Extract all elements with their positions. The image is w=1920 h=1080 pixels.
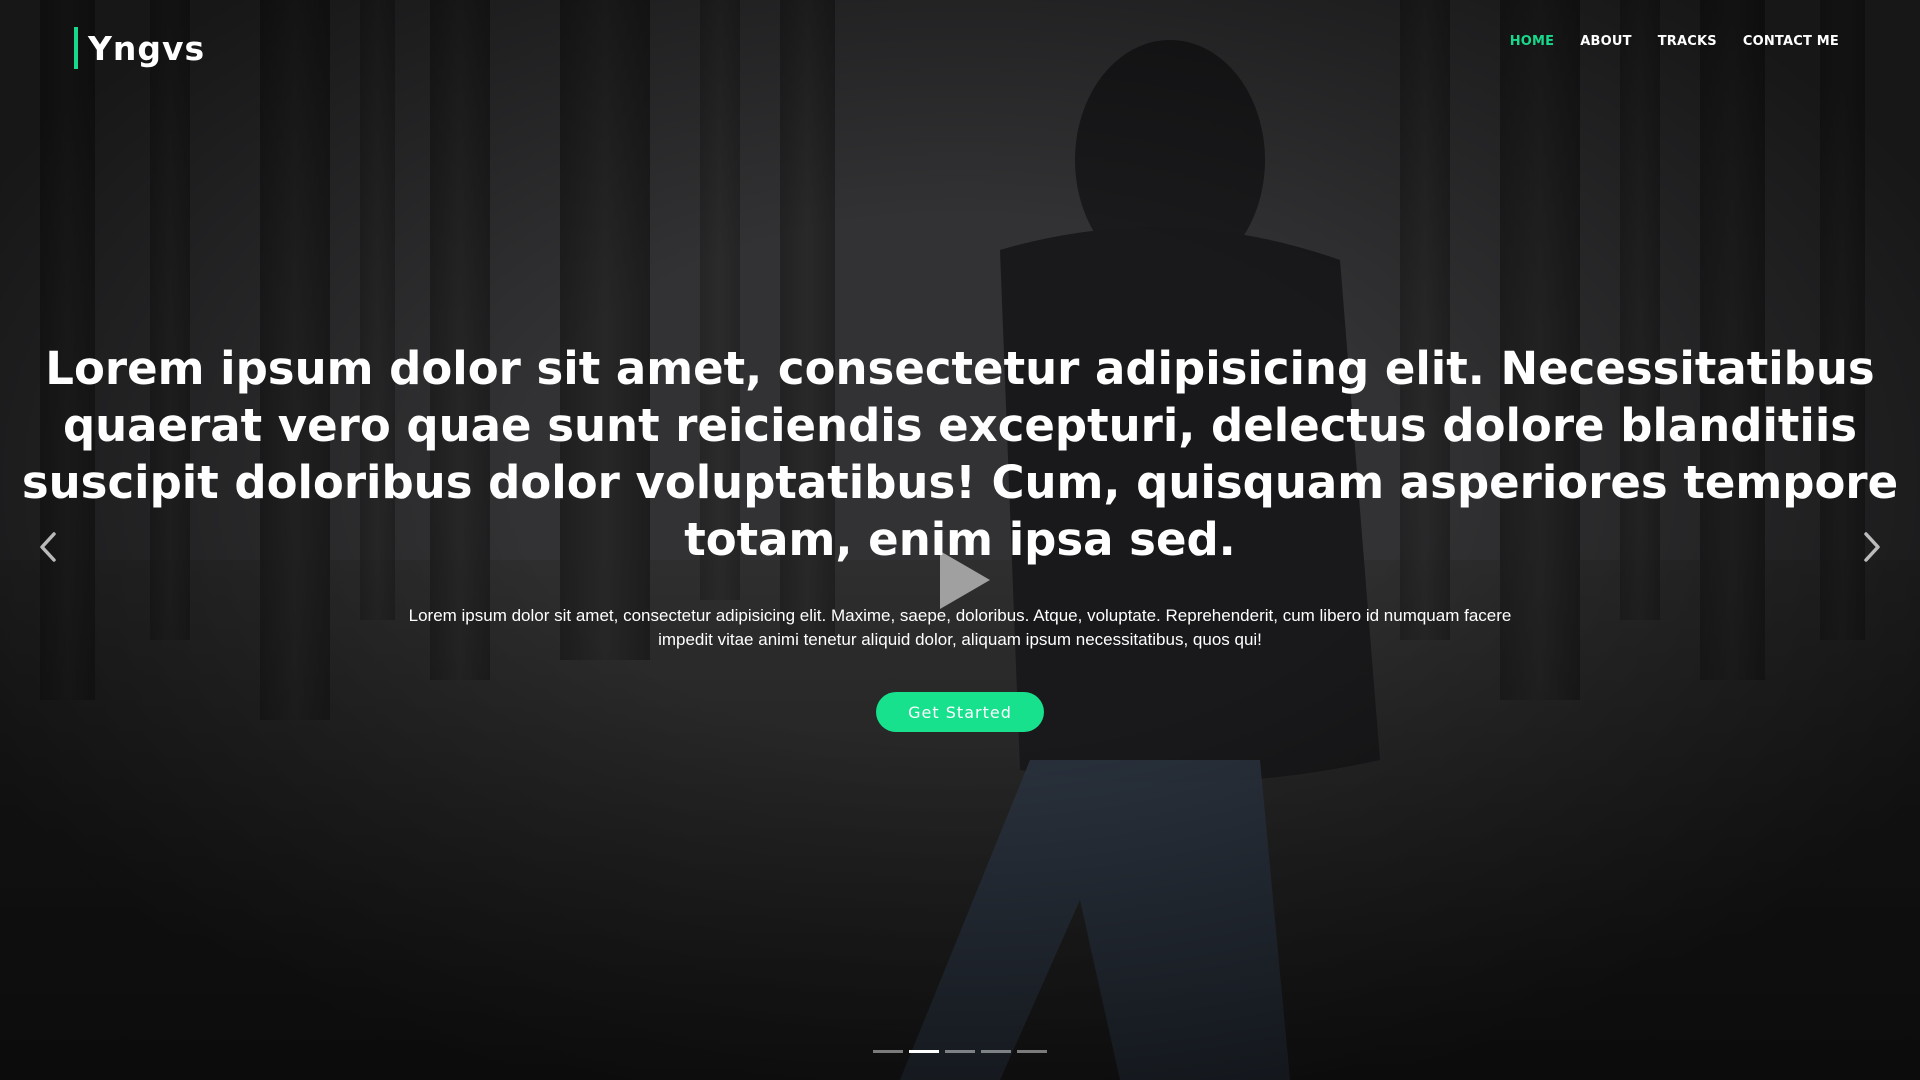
nav-item-about[interactable]: ABOUT bbox=[1580, 32, 1631, 51]
carousel-indicator-4[interactable] bbox=[981, 1050, 1011, 1053]
site-logo[interactable]: Yngvs bbox=[74, 26, 205, 70]
hero-subtext: Lorem ipsum dolor sit amet, consectetur … bbox=[408, 606, 1512, 649]
chevron-left-icon[interactable] bbox=[28, 522, 68, 572]
hero-section: Yngvs HOME ABOUT TRACKS CONTACT ME Lorem… bbox=[0, 0, 1920, 1080]
main-nav: HOME ABOUT TRACKS CONTACT ME bbox=[1510, 32, 1839, 51]
nav-item-tracks[interactable]: TRACKS bbox=[1658, 32, 1717, 51]
logo-accent-bar bbox=[74, 27, 78, 69]
carousel-indicator-2[interactable] bbox=[909, 1050, 939, 1053]
logo-text: Yngvs bbox=[88, 28, 206, 68]
nav-item-home[interactable]: HOME bbox=[1510, 32, 1555, 51]
carousel-indicator-3[interactable] bbox=[945, 1050, 975, 1053]
chevron-right-icon[interactable] bbox=[1852, 522, 1892, 572]
nav-item-contact-me[interactable]: CONTACT ME bbox=[1743, 32, 1839, 51]
carousel-indicators bbox=[873, 1050, 1047, 1053]
carousel-indicator-1[interactable] bbox=[873, 1050, 903, 1053]
carousel-indicator-5[interactable] bbox=[1017, 1050, 1047, 1053]
slide-caption: Lorem ipsum dolor sit amet, consectetur … bbox=[20, 340, 1900, 732]
hero-headline: Lorem ipsum dolor sit amet, consectetur … bbox=[21, 342, 1899, 566]
get-started-button[interactable]: Get Started bbox=[876, 692, 1044, 732]
